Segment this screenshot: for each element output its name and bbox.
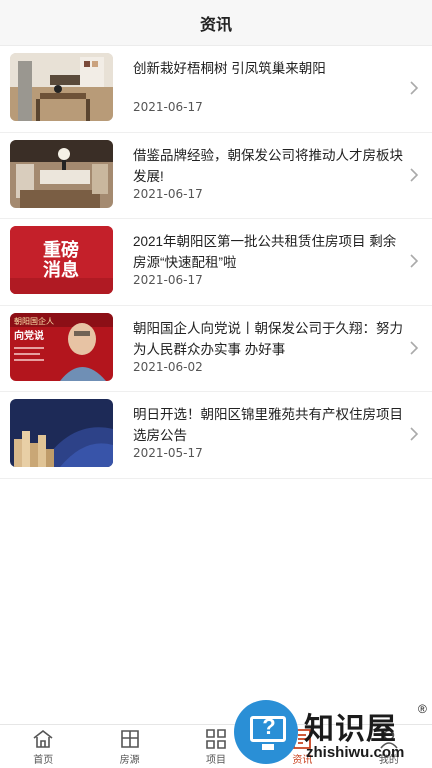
tab-home[interactable]: 首页 <box>0 725 86 768</box>
news-date: 2021-06-02 <box>133 359 203 374</box>
news-thumbnail: 重磅 消息 <box>10 226 113 294</box>
news-item[interactable]: 创新栽好梧桐树 引凤筑巢来朝阳 2021-06-17 <box>0 46 432 133</box>
grid-icon <box>206 728 226 749</box>
news-date: 2021-05-17 <box>133 446 203 460</box>
home-icon <box>33 729 53 748</box>
tab-label: 房源 <box>119 754 140 766</box>
question-screen-icon: ? <box>234 700 298 764</box>
news-thumbnail <box>10 139 113 208</box>
banner-text-line1: 朝阳国企人 <box>14 316 54 326</box>
tab-housing[interactable]: 房源 <box>86 725 172 768</box>
news-item[interactable]: 明日开选！朝阳区锦里雅苑共有产权住房项目选房公告 2021-05-17 <box>0 392 432 479</box>
watermark: ? 知识屋 ® zhishiwu.com <box>232 700 432 768</box>
news-title: 借鉴品牌经验，朝保发公司将推动人才房板块发展! <box>133 147 403 184</box>
news-thumbnail <box>10 53 113 121</box>
news-date: 2021-06-17 <box>133 273 203 287</box>
chevron-right-icon <box>410 254 419 268</box>
watermark-url: zhishiwu.com <box>306 744 405 761</box>
page-title: 资讯 <box>199 16 232 34</box>
banner-text-line1: 重磅 <box>43 239 79 261</box>
chevron-right-icon <box>410 427 419 441</box>
banner-text-line2: 消息 <box>43 259 79 281</box>
watermark-registered: ® <box>418 702 427 716</box>
chevron-right-icon <box>410 340 419 355</box>
news-date: 2021-06-17 <box>133 186 203 201</box>
news-thumbnail: 朝阳国企人 向党说 <box>10 312 113 381</box>
tab-label: 首页 <box>33 754 54 766</box>
watermark-brand: 知识屋 <box>304 712 397 747</box>
news-item[interactable]: 重磅 消息 2021年朝阳区第一批公共租赁住房项目 剩余房源“快速配租”啦 20… <box>0 219 432 306</box>
news-list: 创新栽好梧桐树 引凤筑巢来朝阳 2021-06-17 借鉴品牌经验，朝保发公司将… <box>0 46 432 479</box>
news-title: 创新栽好梧桐树 引凤筑巢来朝阳 <box>133 61 326 76</box>
top-bar: 资讯 <box>0 0 432 46</box>
chevron-right-icon <box>410 81 419 95</box>
housing-icon <box>120 729 139 748</box>
news-title: 明日开选！朝阳区锦里雅苑共有产权住房项目选房公告 <box>133 407 403 443</box>
chevron-right-icon <box>410 167 419 182</box>
news-item[interactable]: 朝阳国企人 向党说 朝阳国企人向党说丨朝保发公司于久翔：努力为人民群众办实事 办… <box>0 306 432 392</box>
news-thumbnail <box>10 399 113 467</box>
banner-text-line2: 向党说 <box>14 329 44 342</box>
news-item[interactable]: 借鉴品牌经验，朝保发公司将推动人才房板块发展! 2021-06-17 <box>0 133 432 219</box>
news-date: 2021-06-17 <box>133 100 203 114</box>
news-title: 2021年朝阳区第一批公共租赁住房项目 剩余房源“快速配租”啦 <box>133 234 397 270</box>
news-title: 朝阳国企人向党说丨朝保发公司于久翔：努力为人民群众办实事 办好事 <box>133 320 403 357</box>
tab-label: 项目 <box>206 754 227 766</box>
